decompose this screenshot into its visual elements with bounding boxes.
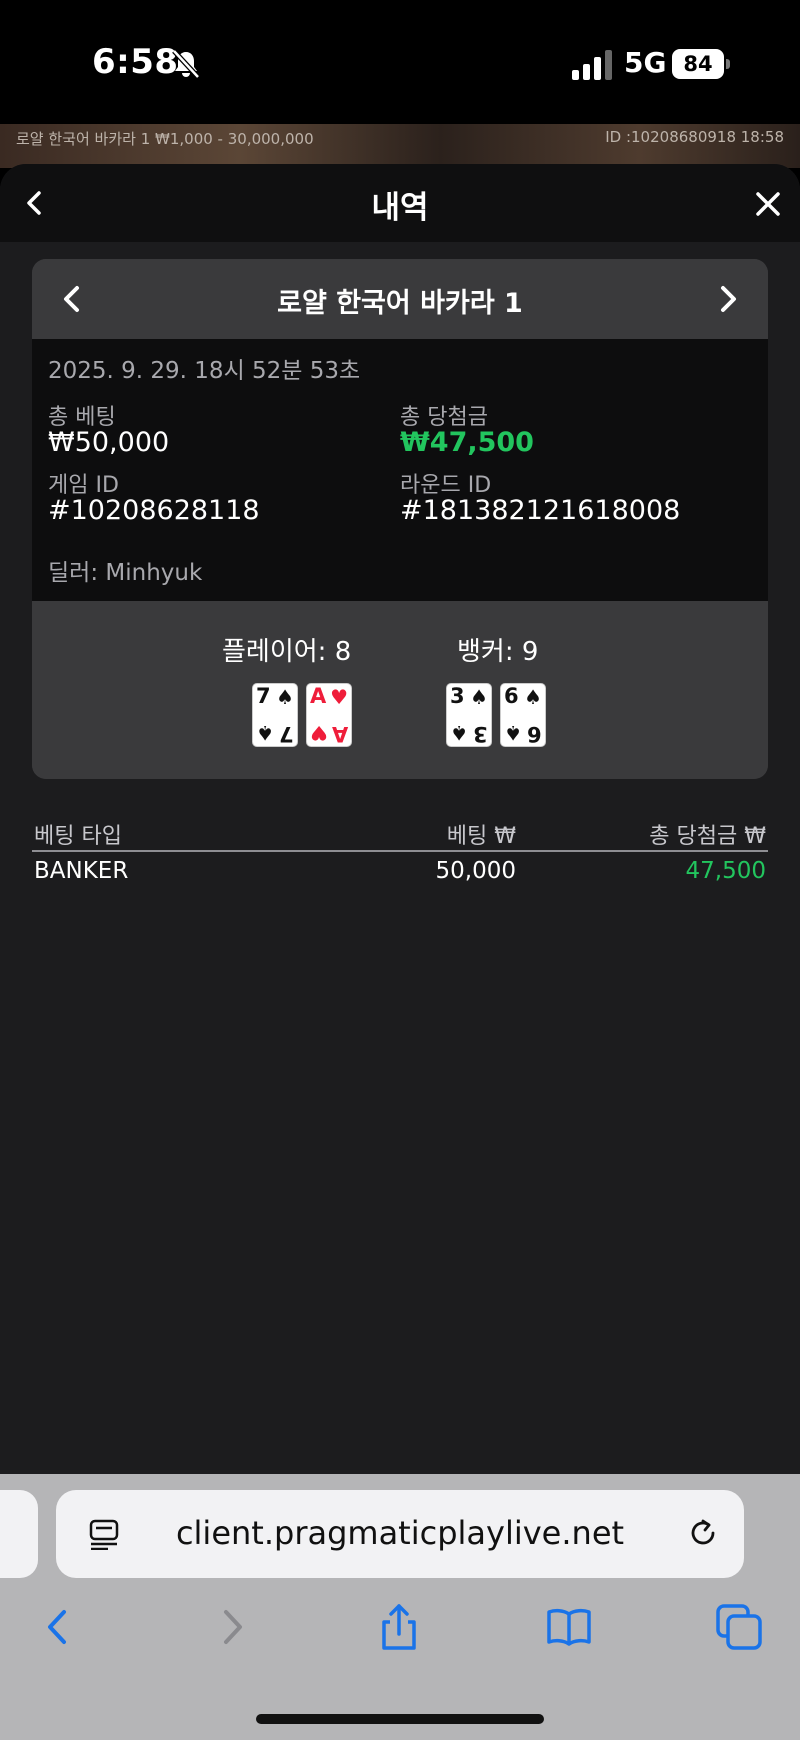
forward-arrow-icon[interactable] xyxy=(206,1602,256,1652)
bet-amount-cell: 50,000 xyxy=(435,858,516,884)
game-name: 로얄 한국어 바카라 1 xyxy=(277,288,523,319)
signal-icon xyxy=(572,50,612,80)
table-limits: 로얄 한국어 바카라 1 ₩1,000 - 30,000,000 xyxy=(16,130,314,148)
sheet-header: 내역 xyxy=(0,164,800,242)
share-icon[interactable] xyxy=(374,1602,424,1652)
round-date: 2025. 9. 29. 18시 52분 53초 xyxy=(48,358,361,384)
col-bet-amount: 베팅 ₩ xyxy=(446,824,516,849)
reload-icon[interactable] xyxy=(686,1516,720,1550)
battery-tip xyxy=(726,59,730,69)
dealer-name: 딜러: Minhyuk xyxy=(48,560,203,586)
tabs-icon[interactable] xyxy=(714,1602,764,1652)
bet-table-header: 베팅 타입 베팅 ₩ 총 당첨금 ₩ xyxy=(32,812,768,852)
round-info: 2025. 9. 29. 18시 52분 53초 총 베팅 ₩50,000 총 … xyxy=(32,339,768,601)
chevron-right-icon[interactable] xyxy=(708,279,748,319)
game-id-time: ID :10208680918 18:58 xyxy=(605,128,784,146)
bet-type-cell: BANKER xyxy=(34,858,129,884)
home-indicator xyxy=(256,1714,544,1724)
total-bet-value: ₩50,000 xyxy=(48,427,170,458)
bell-slash-icon xyxy=(172,49,200,79)
battery-indicator: 84 xyxy=(672,49,724,79)
previous-tab-preview[interactable] xyxy=(0,1490,38,1578)
col-bet-type: 베팅 타입 xyxy=(34,824,122,849)
round-card: 로얄 한국어 바카라 1 2025. 9. 29. 18시 52분 53초 총 … xyxy=(32,259,768,779)
bet-table: 베팅 타입 베팅 ₩ 총 당첨금 ₩ BANKER 50,000 47,500 xyxy=(32,812,768,892)
col-total-win: 총 당첨금 ₩ xyxy=(649,824,766,849)
address-bar[interactable]: client.pragmaticplaylive.net xyxy=(56,1490,744,1578)
table-row: BANKER 50,000 47,500 xyxy=(32,852,768,892)
player-card-1: 7 ♠ 7 ♠ xyxy=(252,683,298,747)
total-win-value: ₩47,500 xyxy=(400,427,534,458)
banker-card-2: 6 ♠ 6 ♠ xyxy=(500,683,546,747)
round-id-value: #181382121618008 xyxy=(400,495,681,526)
back-arrow-icon[interactable] xyxy=(34,1602,84,1652)
sheet-title: 내역 xyxy=(371,190,429,226)
status-bar: 6:58 5G 84 xyxy=(0,0,800,124)
round-card-header: 로얄 한국어 바카라 1 xyxy=(32,259,768,339)
game-info-strip: 로얄 한국어 바카라 1 ₩1,000 - 30,000,000 ID :102… xyxy=(0,124,800,168)
bookmarks-icon[interactable] xyxy=(544,1602,594,1652)
close-icon[interactable] xyxy=(750,186,786,222)
url-text[interactable]: client.pragmaticplaylive.net xyxy=(56,1514,744,1552)
player-card-2: A ♥ A ♥ xyxy=(306,683,352,747)
browser-toolbar: client.pragmaticplaylive.net xyxy=(0,1474,800,1740)
win-amount-cell: 47,500 xyxy=(685,858,766,884)
status-time: 6:58 xyxy=(92,42,179,82)
banker-card-1: 3 ♠ 3 ♠ xyxy=(446,683,492,747)
history-sheet: 내역 로얄 한국어 바카라 1 2025. 9. 29. 18시 52분 53초… xyxy=(0,164,800,1474)
banker-score: 뱅커: 9 xyxy=(457,637,539,667)
network-label: 5G xyxy=(624,46,667,79)
game-id-value: #10208628118 xyxy=(48,495,260,526)
round-result: 플레이어: 8 뱅커: 9 7 ♠ 7 ♠ A ♥ A ♥ 3 ♠ 3 ♠ 6 xyxy=(32,601,768,779)
player-score: 플레이어: 8 xyxy=(222,637,352,667)
